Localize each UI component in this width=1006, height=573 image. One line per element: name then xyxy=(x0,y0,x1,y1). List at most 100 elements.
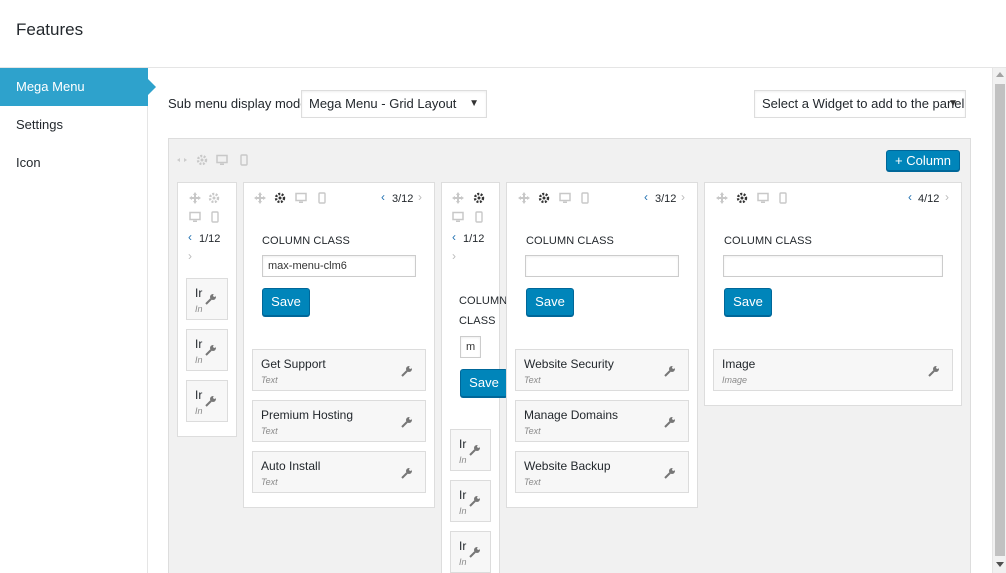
column-class-input[interactable]: max-menu-clm6 xyxy=(262,255,416,277)
column-width-label: 3/12 xyxy=(655,193,677,205)
widget-select[interactable]: Select a Widget to add to the panel ▼ xyxy=(754,90,966,118)
column-class-input[interactable]: m xyxy=(460,336,481,358)
wrench-icon[interactable] xyxy=(205,293,217,305)
move-icon[interactable] xyxy=(518,192,530,204)
save-button[interactable]: Save xyxy=(262,288,310,316)
widget-title: Ir xyxy=(459,488,467,502)
desktop-icon[interactable] xyxy=(757,192,769,204)
widget-item[interactable]: Get Support Text xyxy=(252,349,426,391)
mobile-icon[interactable] xyxy=(316,192,328,204)
gear-icon[interactable] xyxy=(196,154,208,166)
widget-type: Text xyxy=(524,375,541,385)
mobile-icon[interactable] xyxy=(238,154,250,166)
widget-item[interactable]: Premium Hosting Text xyxy=(252,400,426,442)
widget-type: In xyxy=(459,455,467,465)
gear-icon[interactable] xyxy=(538,192,550,204)
move-icon[interactable] xyxy=(189,192,201,204)
widget-title: Ir xyxy=(459,539,467,553)
desktop-icon[interactable] xyxy=(189,211,201,223)
widget-item[interactable]: Ir In xyxy=(186,380,228,422)
widget-item[interactable]: Website Security Text xyxy=(515,349,689,391)
wrench-icon[interactable] xyxy=(664,365,676,377)
widget-item[interactable]: Image Image xyxy=(713,349,953,391)
wrench-icon[interactable] xyxy=(205,344,217,356)
widget-type: In xyxy=(459,557,467,567)
desktop-icon[interactable] xyxy=(216,154,228,166)
sidebar: Mega Menu Settings Icon xyxy=(0,68,156,573)
decrease-width-icon[interactable]: ‹ xyxy=(381,190,385,204)
decrease-width-icon[interactable]: ‹ xyxy=(644,190,648,204)
collapse-icon[interactable] xyxy=(176,155,188,167)
widget-title: Ir xyxy=(195,388,203,402)
column-class-input[interactable] xyxy=(723,255,943,277)
save-button[interactable]: Save xyxy=(724,288,772,316)
mobile-icon[interactable] xyxy=(777,192,789,204)
widget-item[interactable]: Ir In xyxy=(186,329,228,371)
widget-type: Text xyxy=(524,426,541,436)
decrease-width-icon[interactable]: ‹ xyxy=(188,230,192,244)
wrench-icon[interactable] xyxy=(401,365,413,377)
sidebar-item-mega-menu[interactable]: Mega Menu xyxy=(0,68,156,106)
add-column-button[interactable]: + Column xyxy=(886,150,960,171)
desktop-icon[interactable] xyxy=(452,211,464,223)
wrench-icon[interactable] xyxy=(664,467,676,479)
gear-icon[interactable] xyxy=(208,192,220,204)
move-icon[interactable] xyxy=(254,192,266,204)
widget-item[interactable]: Ir In xyxy=(186,278,228,320)
display-mode-select[interactable]: Mega Menu - Grid Layout ▼ xyxy=(301,90,487,118)
column-class-label: COLUMN CLASS xyxy=(526,235,614,247)
mobile-icon[interactable] xyxy=(473,211,485,223)
sidebar-item-icon[interactable]: Icon xyxy=(0,144,148,182)
wrench-icon[interactable] xyxy=(401,467,413,479)
decrease-width-icon[interactable]: ‹ xyxy=(908,190,912,204)
increase-width-icon[interactable]: › xyxy=(681,190,685,204)
widget-type: Text xyxy=(524,477,541,487)
widget-item[interactable]: Manage Domains Text xyxy=(515,400,689,442)
scroll-down-icon[interactable] xyxy=(996,562,1004,567)
widget-type: In xyxy=(459,506,467,516)
save-button[interactable]: Save xyxy=(526,288,574,316)
column-class-input[interactable] xyxy=(525,255,679,277)
increase-width-icon[interactable]: › xyxy=(418,190,422,204)
widget-item[interactable]: Website Backup Text xyxy=(515,451,689,493)
desktop-icon[interactable] xyxy=(295,192,307,204)
increase-width-icon[interactable]: › xyxy=(188,249,192,263)
wrench-icon[interactable] xyxy=(205,395,217,407)
increase-width-icon[interactable]: › xyxy=(452,249,456,263)
page-header: Features xyxy=(0,0,1006,68)
mobile-icon[interactable] xyxy=(579,192,591,204)
decrease-width-icon[interactable]: ‹ xyxy=(452,230,456,244)
scroll-up-icon[interactable] xyxy=(996,72,1004,77)
wrench-icon[interactable] xyxy=(469,546,481,558)
wrench-icon[interactable] xyxy=(664,416,676,428)
wrench-icon[interactable] xyxy=(469,444,481,456)
move-icon[interactable] xyxy=(452,192,464,204)
desktop-icon[interactable] xyxy=(559,192,571,204)
gear-icon[interactable] xyxy=(736,192,748,204)
display-mode-label: Sub menu display mode xyxy=(168,96,308,111)
widget-item[interactable]: Ir In xyxy=(450,480,491,522)
widget-title: Ir xyxy=(459,437,467,451)
increase-width-icon[interactable]: › xyxy=(945,190,949,204)
widget-title: Ir xyxy=(195,337,203,351)
scroll-thumb[interactable] xyxy=(995,84,1005,556)
move-icon[interactable] xyxy=(716,192,728,204)
chevron-down-icon: ▼ xyxy=(948,98,958,109)
column-width-label: 4/12 xyxy=(918,193,940,205)
column-class-label: COLUMN CLASS xyxy=(724,235,812,247)
mobile-icon[interactable] xyxy=(209,211,221,223)
wrench-icon[interactable] xyxy=(469,495,481,507)
gear-icon[interactable] xyxy=(274,192,286,204)
column-width-label: 3/12 xyxy=(392,193,414,205)
widget-title: Ir xyxy=(195,286,203,300)
gear-icon[interactable] xyxy=(473,192,485,204)
scrollbar[interactable] xyxy=(992,68,1006,573)
widget-item[interactable]: Auto Install Text xyxy=(252,451,426,493)
wrench-icon[interactable] xyxy=(928,365,940,377)
wrench-icon[interactable] xyxy=(401,416,413,428)
save-button[interactable]: Save xyxy=(460,369,508,397)
sidebar-item-settings[interactable]: Settings xyxy=(0,106,148,144)
widget-title: Website Security xyxy=(524,357,614,371)
widget-item[interactable]: Ir In xyxy=(450,429,491,471)
widget-item[interactable]: Ir In xyxy=(450,531,491,573)
